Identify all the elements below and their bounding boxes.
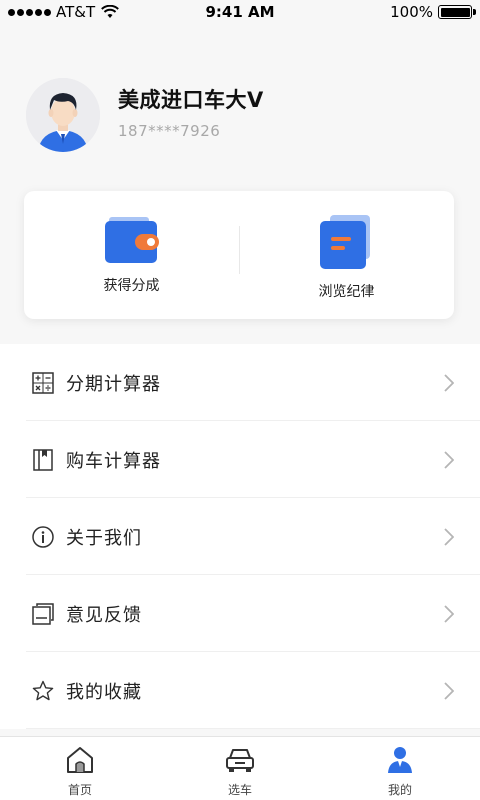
chevron-right-icon xyxy=(444,682,454,700)
menu-item-installment-calculator[interactable]: 分期计算器 xyxy=(0,344,480,421)
screen: AT&T 9:41 AM 100% 美成进口车大V 187****7926 获得… xyxy=(0,0,480,800)
chevron-right-icon xyxy=(444,374,454,392)
feedback-icon xyxy=(32,602,54,625)
menu-label: 关于我们 xyxy=(66,527,142,549)
battery-percent: 100% xyxy=(390,3,433,21)
profile-text: 美成进口车大V 187****7926 xyxy=(118,84,264,140)
tab-label: 选车 xyxy=(227,783,252,797)
tab-label: 我的 xyxy=(387,783,412,797)
status-bar: AT&T 9:41 AM 100% xyxy=(0,0,480,26)
battery-icon xyxy=(438,5,476,19)
card-item-history[interactable]: 浏览纪律 xyxy=(239,191,454,319)
chevron-right-icon xyxy=(444,451,454,469)
menu-list: 分期计算器 购车计算器 关于我们 意见反馈 我的收藏 xyxy=(0,344,480,729)
menu-item-purchase-calculator[interactable]: 购车计算器 xyxy=(0,421,480,498)
home-icon xyxy=(67,747,93,773)
tab-label: 首页 xyxy=(67,783,92,797)
card-label-earnings: 获得分成 xyxy=(103,278,160,294)
status-right: 100% xyxy=(390,3,476,21)
battery-fill xyxy=(440,7,470,17)
profile-header[interactable]: 美成进口车大V 187****7926 xyxy=(26,78,264,152)
menu-label: 分期计算器 xyxy=(66,373,161,395)
book-icon xyxy=(32,448,54,471)
tab-bar: 首页 选车 我的 xyxy=(0,736,480,800)
info-icon xyxy=(32,525,54,548)
tab-home[interactable]: 首页 xyxy=(0,737,160,800)
card-label-history: 浏览纪律 xyxy=(318,284,375,300)
summary-card: 获得分成 浏览纪律 xyxy=(24,191,454,319)
calculator-icon xyxy=(32,371,54,394)
tab-mine[interactable]: 我的 xyxy=(320,737,480,800)
menu-item-feedback[interactable]: 意见反馈 xyxy=(0,575,480,652)
menu-label: 我的收藏 xyxy=(66,681,142,703)
menu-item-about-us[interactable]: 关于我们 xyxy=(0,498,480,575)
card-divider xyxy=(239,226,240,274)
user-phone: 187****7926 xyxy=(118,122,221,140)
tab-select-car[interactable]: 选车 xyxy=(160,737,320,800)
user-icon xyxy=(388,747,412,773)
avatar-person-icon xyxy=(26,78,100,152)
user-name: 美成进口车大V xyxy=(118,88,264,112)
wallet-icon xyxy=(104,217,159,263)
car-icon xyxy=(226,749,254,772)
avatar[interactable] xyxy=(26,78,100,152)
card-item-earnings[interactable]: 获得分成 xyxy=(24,191,239,319)
menu-label: 购车计算器 xyxy=(66,450,161,472)
star-icon xyxy=(32,680,54,702)
chevron-right-icon xyxy=(444,605,454,623)
chevron-right-icon xyxy=(444,528,454,546)
document-icon xyxy=(319,215,370,269)
menu-label: 意见反馈 xyxy=(66,604,142,626)
menu-item-favorites[interactable]: 我的收藏 xyxy=(0,652,480,729)
